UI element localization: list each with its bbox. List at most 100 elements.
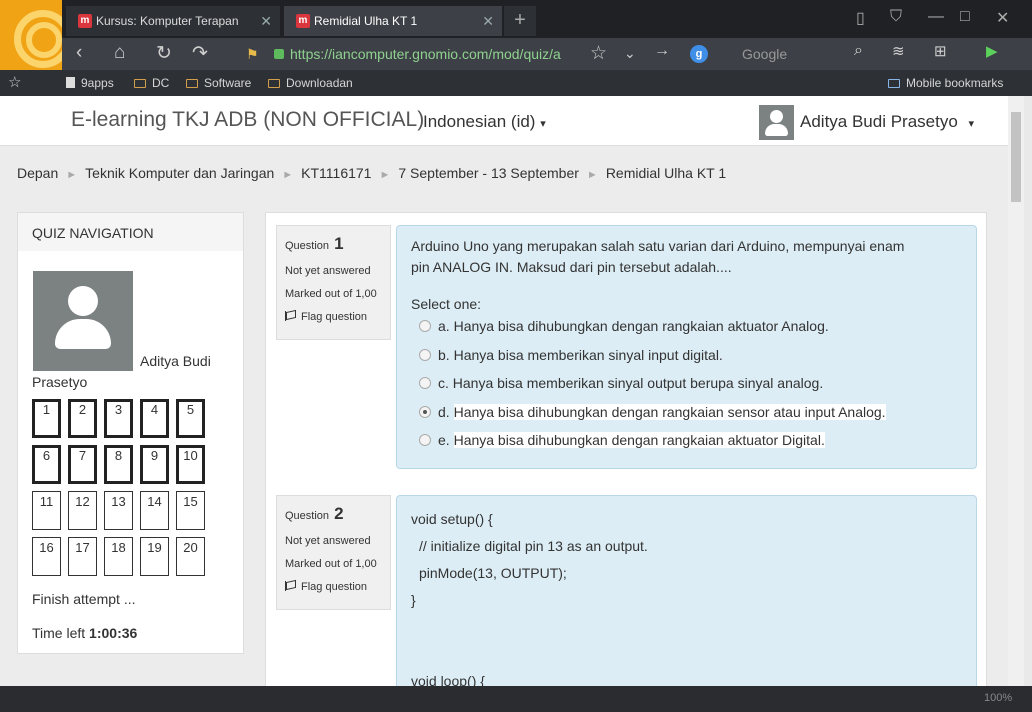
url-field[interactable]: https://iancomputer.gnomio.com/mod/quiz/… [274,43,634,65]
language-menu[interactable]: Indonesian (id) ▾ [423,112,546,132]
quiz-nav-button[interactable]: 9 [140,445,169,484]
quiz-nav-button[interactable]: 20 [176,537,205,576]
moodle-favicon-icon: m [78,14,92,28]
browser-logo[interactable] [0,0,62,70]
quiz-nav-button[interactable]: 19 [140,537,169,576]
quiz-nav-button[interactable]: 17 [68,537,97,576]
star-icon[interactable]: ☆ [590,42,607,65]
forward-arrow-icon[interactable]: → [654,42,670,60]
time-left-value: 1:00:36 [89,625,138,641]
question-info: Question 2 Not yet answered Marked out o… [276,495,391,610]
bookmark-downloadan[interactable]: Downloadan [268,76,353,90]
breadcrumb: Depan ► Teknik Komputer dan Jaringan ► KT111… [17,165,726,181]
quiz-nav-button[interactable]: 1 [32,399,61,438]
breadcrumb-item[interactable]: 7 September - 13 September [398,165,579,181]
flag-icon [285,581,295,591]
breadcrumb-separator-icon: ► [66,169,78,181]
home-icon[interactable]: ⌂ [114,42,125,64]
close-tab-icon[interactable]: ✕ [260,6,272,36]
finish-attempt-link[interactable]: Finish attempt ... [32,591,135,607]
play-icon[interactable]: ▶ [986,42,998,60]
maximize-icon[interactable]: □ [960,8,970,26]
quiz-nav-button[interactable]: 6 [32,445,61,484]
breadcrumb-item[interactable]: Remidial Ulha KT 1 [606,165,726,181]
site-header: E-learning TKJ ADB (NON OFFICIAL) Indone… [0,96,1008,146]
new-tab-button[interactable]: + [504,6,536,36]
wifi-icon[interactable]: ≋ [892,42,905,60]
skin-icon[interactable]: ⛉ [890,8,902,26]
quiz-nav-button[interactable]: 12 [68,491,97,530]
undo-icon[interactable]: ↷ [192,42,208,65]
quiz-nav-button[interactable]: 10 [176,445,205,484]
question-content: Arduino Uno yang merupakan salah satu va… [396,225,977,469]
quiz-nav-button[interactable]: 18 [104,537,133,576]
radio-button-checked[interactable] [419,405,431,418]
radio-button[interactable] [419,377,431,390]
question-grade: Marked out of 1,00 [285,558,377,570]
bookmarks-bar: ☆ 9apps DC Software Downloadan Mobile bo… [0,70,1032,96]
folder-icon [186,79,198,88]
bookmark-9apps[interactable]: 9apps [66,76,114,90]
grid-icon[interactable]: ⊞ [934,42,947,60]
star-icon[interactable]: ☆ [8,73,21,91]
user-avatar[interactable] [759,105,794,140]
nav-user-name: Aditya Budi [140,353,211,369]
breadcrumb-item[interactable]: Depan [17,165,58,181]
quiz-nav-button[interactable]: 16 [32,537,61,576]
answer-option[interactable]: c. Hanya bisa memberikan sinyal output b… [411,369,962,398]
quiz-nav-button[interactable]: 5 [176,399,205,438]
breadcrumb-item[interactable]: KT1116171 [301,165,371,181]
tab-kursus[interactable]: m Kursus: Komputer Terapan ✕ [66,6,280,36]
scrollbar-thumb[interactable] [1011,112,1021,202]
address-bar: ‹ ⌂ ↻ ↷ ⚑ https://iancomputer.gnomio.com… [62,38,1032,70]
page-scrollbar[interactable] [1008,96,1024,686]
chevron-down-icon[interactable]: ⌄ [624,45,636,62]
security-icon[interactable]: ⚑ [246,46,259,63]
select-one-label: Select one: [411,296,482,312]
radio-button[interactable] [419,348,431,361]
site-name-link[interactable]: E-learning TKJ ADB (NON OFFICIAL) [71,108,424,132]
quiz-nav-button[interactable]: 13 [104,491,133,530]
tab-label: Remidial Ulha KT 1 [314,14,418,28]
answer-option[interactable]: a. Hanya bisa dihubungkan dengan rangkai… [411,312,962,341]
search-engine-field[interactable]: Google [742,46,787,62]
quiz-nav-button[interactable]: 7 [68,445,97,484]
code-snippet: void setup() { // initialize digital pin… [411,511,648,686]
minimize-icon[interactable]: — [928,8,944,26]
back-icon[interactable]: ‹ [76,42,82,64]
tab-remidial[interactable]: m Remidial Ulha KT 1 ✕ [284,6,502,36]
answer-option-selected[interactable]: d. Hanya bisa dihubungkan dengan rangkai… [411,398,962,427]
tab-label: Kursus: Komputer Terapan [96,14,239,28]
quiz-main-region: Question 1 Not yet answered Marked out o… [265,212,987,686]
reload-icon[interactable]: ↻ [156,42,172,65]
bookmark-dc[interactable]: DC [134,76,169,90]
bookmark-software[interactable]: Software [186,76,251,90]
answer-option[interactable]: b. Hanya bisa memberikan sinyal input di… [411,341,962,370]
radio-button[interactable] [419,434,431,447]
quiz-nav-button[interactable]: 15 [176,491,205,530]
close-tab-icon[interactable]: ✕ [482,6,494,36]
breadcrumb-item[interactable]: Teknik Komputer dan Jaringan [85,165,274,181]
quiz-nav-button[interactable]: 4 [140,399,169,438]
breadcrumb-separator-icon: ► [586,169,598,181]
question-number: Question 1 [285,234,344,253]
flag-icon [285,311,295,321]
user-menu[interactable]: Aditya Budi Prasetyo ▾ [800,112,974,132]
google-icon[interactable]: g [690,45,708,63]
mobile-bookmarks[interactable]: Mobile bookmarks [888,76,1003,90]
radio-button[interactable] [419,320,431,332]
quiz-nav-button[interactable]: 14 [140,491,169,530]
question-info: Question 1 Not yet answered Marked out o… [276,225,391,340]
search-icon[interactable]: ⌕ [854,42,863,60]
flag-question-button[interactable]: Flag question [285,311,382,323]
answer-option[interactable]: e. Hanya bisa dihubungkan dengan rangkai… [411,426,962,455]
close-window-icon[interactable]: ✕ [996,8,1009,28]
caret-down-icon: ▾ [540,118,546,130]
quiz-nav-button[interactable]: 11 [32,491,61,530]
quiz-nav-button[interactable]: 2 [68,399,97,438]
quiz-nav-button[interactable]: 8 [104,445,133,484]
sidebar-toggle-icon[interactable]: ▯ [856,8,865,28]
quiz-nav-button[interactable]: 3 [104,399,133,438]
flag-question-button[interactable]: Flag question [285,581,382,593]
zoom-level[interactable]: 100% [984,692,1012,704]
